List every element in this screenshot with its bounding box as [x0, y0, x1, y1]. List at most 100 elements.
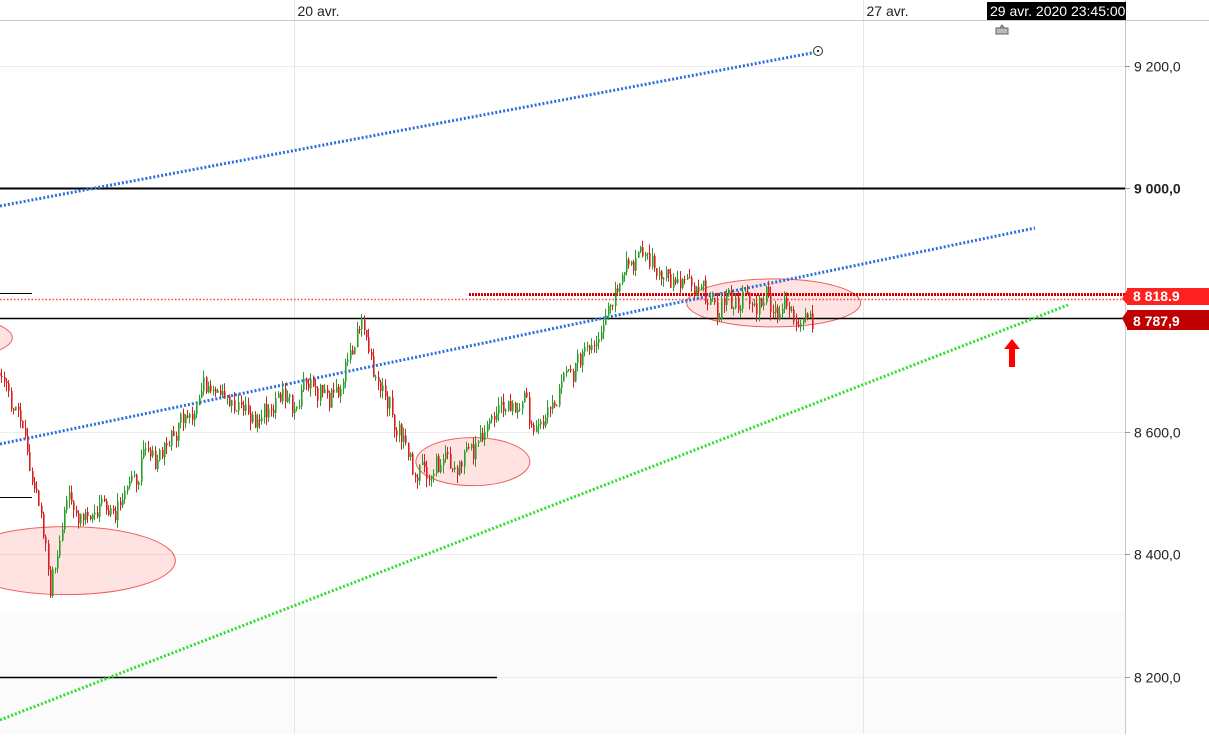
candle-body	[526, 392, 528, 398]
candle-body	[169, 445, 171, 447]
candle-body	[38, 490, 40, 506]
candle-body	[131, 475, 133, 482]
candle-body	[501, 401, 503, 406]
candle-body	[52, 569, 54, 596]
candle-body	[373, 356, 375, 378]
candle-body	[475, 443, 477, 460]
candle-body	[645, 253, 647, 257]
candle-body	[424, 461, 426, 468]
candle-body	[522, 402, 524, 409]
candle-body	[689, 277, 691, 279]
candle-body	[236, 410, 238, 412]
candle-body	[180, 413, 182, 423]
candle-body	[176, 435, 178, 441]
candle-body	[106, 500, 108, 511]
candle-body	[375, 376, 377, 378]
candle-body	[245, 404, 247, 411]
candle-body	[378, 376, 380, 383]
y-tick-label: 9 000,0	[1134, 181, 1181, 197]
candle-body	[580, 353, 582, 366]
y-tick-label: 8 600,0	[1134, 425, 1181, 441]
candle-body	[108, 510, 110, 515]
candle-body	[438, 456, 440, 472]
candle-body	[510, 400, 512, 412]
candle-body	[357, 328, 359, 348]
candle-body	[350, 350, 352, 360]
candle-body	[489, 419, 491, 425]
candle-body	[4, 376, 6, 382]
candle-body	[273, 410, 275, 413]
x-tick-label: 20 avr.	[298, 3, 340, 19]
candle-body	[773, 312, 775, 314]
candle-body	[591, 345, 593, 350]
candle-body	[299, 405, 301, 407]
candle-body	[215, 389, 217, 393]
candle-body	[745, 291, 747, 293]
candle-body	[550, 407, 552, 409]
candle-body	[749, 292, 751, 304]
candle-body	[271, 408, 273, 411]
candle-body	[340, 388, 342, 397]
candle-body	[452, 468, 454, 470]
candle-body	[18, 406, 20, 411]
candle-body	[410, 453, 412, 457]
candle-body	[364, 320, 366, 331]
candle-body	[417, 477, 419, 481]
candle-body	[543, 421, 545, 426]
candle-body	[698, 287, 700, 290]
candle-body	[603, 325, 605, 333]
candle-body	[622, 275, 624, 284]
candle-body	[255, 414, 257, 428]
candle-body	[738, 297, 740, 311]
candle-body	[185, 415, 187, 424]
candle-body	[229, 396, 231, 406]
candle-body	[261, 417, 263, 422]
candle-body	[159, 449, 161, 461]
candle-body	[45, 536, 47, 544]
candle-body	[396, 430, 398, 436]
candle-body	[124, 490, 126, 500]
candle-body	[13, 408, 15, 411]
candle-body	[192, 413, 194, 420]
candle-body	[512, 402, 514, 412]
candle-body	[540, 421, 542, 425]
candle-body	[703, 280, 705, 287]
candle-body	[408, 443, 410, 457]
candle-body	[684, 279, 686, 281]
candle-body	[468, 447, 470, 449]
candle-body	[628, 259, 630, 265]
candle-body	[199, 397, 201, 406]
candle-body	[136, 474, 138, 485]
candle-body	[617, 288, 619, 292]
candle-body	[714, 297, 716, 303]
candle-body	[803, 319, 805, 324]
candle-body	[701, 286, 703, 290]
candle-body	[387, 396, 389, 409]
highlight-zone	[415, 437, 531, 487]
candle-body	[101, 498, 103, 504]
candle-body	[566, 370, 568, 373]
candle-body	[41, 505, 43, 514]
candle-body	[733, 308, 735, 310]
highlight-zone	[686, 278, 862, 328]
candle-body	[717, 302, 719, 320]
candle-body	[422, 461, 424, 466]
candle-body	[447, 452, 449, 455]
chart-canvas[interactable]: 9 200,0 9 000,0 8 600,0 8 400,0 8 200,0 8 818…	[0, 0, 1209, 734]
candle-body	[800, 323, 802, 327]
chart: 9 200,0 9 000,0 8 600,0 8 400,0 8 200,0 8 818…	[0, 0, 1209, 734]
candle-body	[266, 404, 268, 418]
candle-body	[366, 330, 368, 338]
candle-body	[227, 396, 229, 399]
candle-body	[324, 389, 326, 393]
candle-body	[94, 512, 96, 515]
candle-body	[1, 375, 3, 377]
candle-body	[782, 308, 784, 314]
candle-body	[642, 247, 644, 257]
candle-body	[433, 473, 435, 477]
candle-body	[83, 514, 85, 521]
candle-body	[57, 556, 59, 569]
candle-body	[143, 448, 145, 458]
candle-body	[206, 377, 208, 393]
candle-body	[62, 529, 64, 541]
